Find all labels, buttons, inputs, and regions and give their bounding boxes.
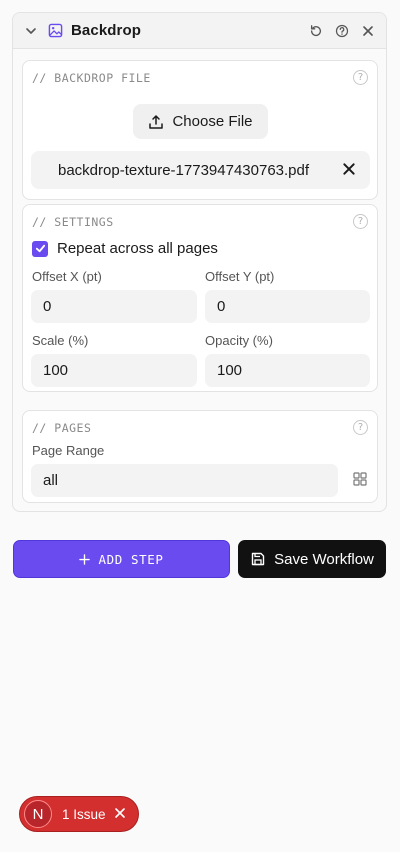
upload-icon [148, 114, 164, 130]
offset-x-label: Offset X (pt) [32, 269, 102, 284]
close-icon[interactable] [360, 23, 376, 39]
offset-y-label: Offset Y (pt) [205, 269, 275, 284]
save-workflow-button[interactable]: Save Workflow [238, 540, 386, 578]
pages-label: // PAGES [32, 421, 92, 435]
close-icon[interactable] [114, 807, 128, 821]
file-name: backdrop-texture-1773947430763.pdf [58, 161, 310, 179]
repeat-label: Repeat across all pages [57, 240, 218, 257]
chevron-down-icon[interactable] [23, 23, 39, 39]
opacity-input[interactable] [205, 354, 370, 387]
issue-count[interactable]: 1 Issue [62, 807, 106, 822]
choose-file-label: Choose File [172, 113, 253, 130]
help-icon[interactable]: ? [353, 214, 368, 229]
page-range-label: Page Range [32, 443, 105, 458]
backdrop-panel: Backdrop // BACKDROP FILE ? Choose File … [12, 12, 387, 512]
image-icon [47, 23, 63, 39]
backdrop-file-card: // BACKDROP FILE ? Choose File backdrop-… [22, 60, 378, 200]
help-icon[interactable]: ? [353, 70, 368, 85]
save-icon [250, 551, 266, 567]
page-range-input[interactable] [31, 464, 338, 497]
panel-actions [308, 23, 376, 39]
offset-x-input[interactable] [31, 290, 197, 323]
nextjs-badge[interactable]: N [24, 800, 52, 828]
pages-card: // PAGES ? Page Range [22, 410, 378, 503]
panel-header: Backdrop [13, 13, 386, 49]
repeat-checkbox-row[interactable]: Repeat across all pages [32, 240, 218, 257]
panel-title: Backdrop [71, 22, 141, 39]
help-icon[interactable]: ? [353, 420, 368, 435]
plus-icon [79, 553, 91, 565]
selected-file-chip: backdrop-texture-1773947430763.pdf [31, 151, 370, 189]
backdrop-file-label: // BACKDROP FILE [32, 71, 151, 85]
settings-card: // SETTINGS ? Repeat across all pages Of… [22, 204, 378, 392]
help-circle-icon[interactable] [334, 23, 350, 39]
add-step-button[interactable]: ADD STEP [13, 540, 230, 578]
issue-indicator[interactable]: N 1 Issue [19, 796, 139, 832]
settings-label: // SETTINGS [32, 215, 114, 229]
scale-input[interactable] [31, 354, 197, 387]
grid-icon[interactable] [353, 472, 369, 488]
choose-file-button[interactable]: Choose File [133, 104, 268, 139]
save-workflow-label: Save Workflow [274, 550, 374, 568]
repeat-checkbox[interactable] [32, 240, 48, 257]
remove-file-icon[interactable] [342, 162, 358, 178]
add-step-label: ADD STEP [98, 551, 164, 567]
scale-label: Scale (%) [32, 333, 89, 348]
reset-icon[interactable] [308, 23, 324, 39]
offset-y-input[interactable] [205, 290, 370, 323]
opacity-label: Opacity (%) [205, 333, 273, 348]
